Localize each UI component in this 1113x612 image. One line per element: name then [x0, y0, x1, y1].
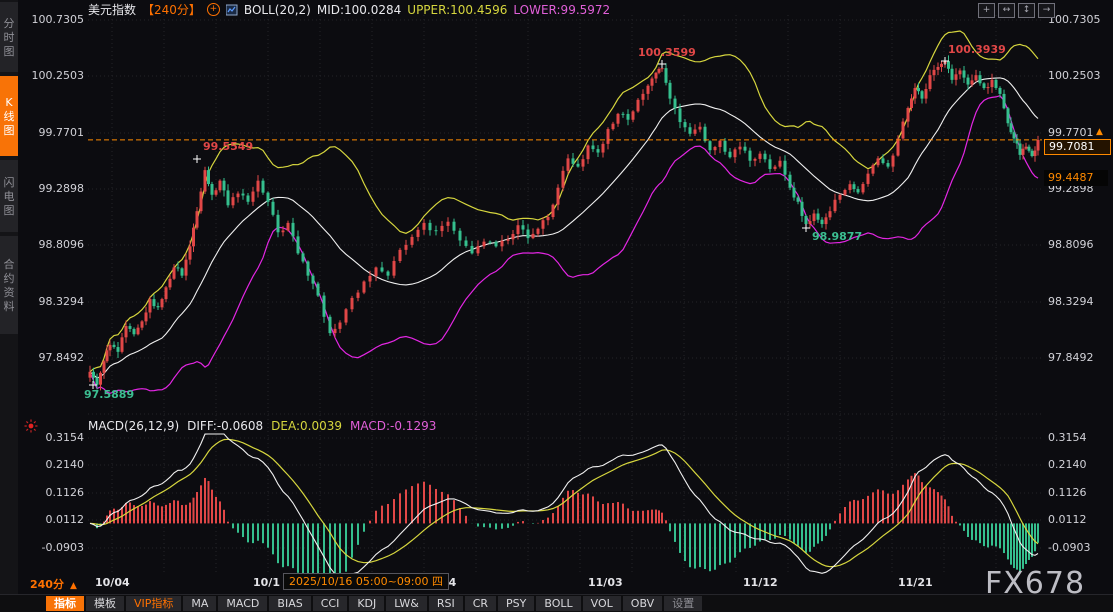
x-axis-label-5: 11/21 [898, 576, 933, 589]
chart-window-controls: +↔↕→ [978, 3, 1055, 18]
zoom-y-icon[interactable]: ↕ [1018, 3, 1035, 18]
main-ytick-right-2: 99.7701 [1048, 126, 1094, 140]
toolbar-button-设置[interactable]: 设置 [664, 596, 702, 611]
symbol-name: 美元指数 [88, 1, 136, 18]
macd-ytick-right-1: 0.2140 [1048, 458, 1087, 472]
toolbar-button-MA[interactable]: MA [183, 596, 216, 611]
indicator-settings-icon[interactable] [24, 419, 38, 433]
period-badge[interactable]: 【240分】 [142, 1, 201, 18]
main-ytick-left-5: 98.3294 [22, 295, 84, 309]
main-ytick-left-2: 99.7701 [22, 126, 84, 140]
triangle-up-icon: ▲ [70, 581, 77, 591]
x-axis-label-0: 10/04 [95, 576, 130, 589]
main-ytick-right-4: 98.8096 [1048, 238, 1094, 252]
macd-label: MACD(26,12,9) [88, 419, 179, 433]
toolbar-button-OBV[interactable]: OBV [623, 596, 662, 611]
current-price-tag: 99.7081 [1044, 139, 1111, 155]
x-axis-label-1: 10/1 [253, 576, 280, 589]
macd-ytick-left-1: 0.2140 [22, 458, 84, 472]
swing-annotation-0: 99.5549 [203, 140, 253, 153]
main-ytick-left-4: 98.8096 [22, 238, 84, 252]
toolbar-button-KDJ[interactable]: KDJ [349, 596, 384, 611]
pan-icon[interactable]: + [978, 3, 995, 18]
swing-annotation-4: 97.5889 [84, 388, 134, 401]
boll-mid-value: MID:100.0284 [317, 3, 401, 17]
plus-circle-icon[interactable]: + [207, 3, 220, 16]
macd-ytick-right-2: 0.1126 [1048, 486, 1087, 500]
main-ytick-right-1: 100.2503 [1048, 69, 1101, 83]
toolbar-button-CR[interactable]: CR [465, 596, 496, 611]
macd-ytick-left-2: 0.1126 [22, 486, 84, 500]
sidebar-tab-3[interactable]: 闪电图 [0, 160, 18, 232]
toolbar-button-CCI[interactable]: CCI [313, 596, 348, 611]
zoom-x-icon[interactable]: ↔ [998, 3, 1015, 18]
price-chart-canvas[interactable] [0, 0, 1113, 612]
macd-ytick-left-3: 0.0112 [22, 513, 84, 527]
macd-dea-value: DEA:0.0039 [271, 419, 342, 433]
main-ytick-left-6: 97.8492 [22, 351, 84, 365]
toolbar-button-BOLL[interactable]: BOLL [536, 596, 580, 611]
toolbar-button-MACD[interactable]: MACD [218, 596, 267, 611]
main-ytick-right-5: 98.3294 [1048, 295, 1094, 309]
toolbar-button-指标[interactable]: 指标 [46, 596, 84, 611]
toolbar-button-VIP指标[interactable]: VIP指标 [126, 596, 181, 611]
toolbar-button-PSY[interactable]: PSY [498, 596, 534, 611]
macd-ytick-left-4: -0.0903 [22, 541, 84, 555]
indicator-toolbar: 指标模板VIP指标MAMACDBIASCCIKDJLW&RSICRPSYBOLL… [0, 594, 1113, 612]
main-ytick-left-0: 100.7305 [22, 13, 84, 27]
toolbar-button-BIAS[interactable]: BIAS [269, 596, 310, 611]
secondary-price-tag: 99.4487 [1044, 170, 1108, 186]
main-ytick-right-6: 97.8492 [1048, 351, 1094, 365]
boll-lower-value: LOWER:99.5972 [513, 3, 610, 17]
sidebar-tab-4[interactable]: 合约资料 [0, 236, 18, 334]
macd-hist-value: MACD:-0.1293 [350, 419, 436, 433]
mini-chart-icon [226, 4, 238, 16]
macd-ytick-right-3: 0.0112 [1048, 513, 1087, 527]
macd-ytick-right-4: -0.0903 [1048, 541, 1090, 555]
chart-header: 美元指数 【240分】 + BOLL(20,2) MID:100.0284 UP… [88, 2, 610, 17]
swing-annotation-3: 98.9877 [812, 230, 862, 243]
boll-upper-value: UPPER:100.4596 [407, 3, 507, 17]
boll-label: BOLL(20,2) [244, 3, 311, 17]
sidebar-tab-1[interactable]: 分时图 [0, 2, 18, 72]
toolbar-button-LW&[interactable]: LW& [386, 596, 427, 611]
macd-diff-value: DIFF:-0.0608 [187, 419, 263, 433]
macd-ytick-right-0: 0.3154 [1048, 431, 1087, 445]
main-ytick-left-1: 100.2503 [22, 69, 84, 83]
macd-ytick-left-0: 0.3154 [22, 431, 84, 445]
period-selector-label: 240分 [30, 578, 64, 591]
x-axis-label-4: 11/12 [743, 576, 778, 589]
main-ytick-right-0: 100.7305 [1048, 13, 1101, 27]
toolbar-button-RSI[interactable]: RSI [429, 596, 463, 611]
swing-annotation-2: 100.3939 [948, 43, 1006, 56]
shift-axis-icon[interactable]: → [1038, 3, 1055, 18]
swing-annotation-1: 100.3599 [638, 46, 696, 59]
x-axis-label-3: 11/03 [588, 576, 623, 589]
candle-time-tooltip: 2025/10/16 05:00~09:00 四 [283, 573, 449, 590]
toolbar-button-模板[interactable]: 模板 [86, 596, 124, 611]
chart-type-sidebar: 分时图 K线图闪电图合约资料 [0, 0, 18, 612]
sidebar-tab-2[interactable]: K线图 [0, 76, 18, 156]
trading-terminal: 分时图 K线图闪电图合约资料 美元指数 【240分】 + BOLL(20,2) M… [0, 0, 1113, 612]
period-selector[interactable]: 240分 ▲ [30, 576, 77, 592]
up-arrow-icon: ▲ [1096, 127, 1103, 137]
main-ytick-left-3: 99.2898 [22, 182, 84, 196]
macd-header: MACD(26,12,9) DIFF:-0.0608 DEA:0.0039 MA… [88, 419, 436, 433]
toolbar-button-VOL[interactable]: VOL [583, 596, 621, 611]
